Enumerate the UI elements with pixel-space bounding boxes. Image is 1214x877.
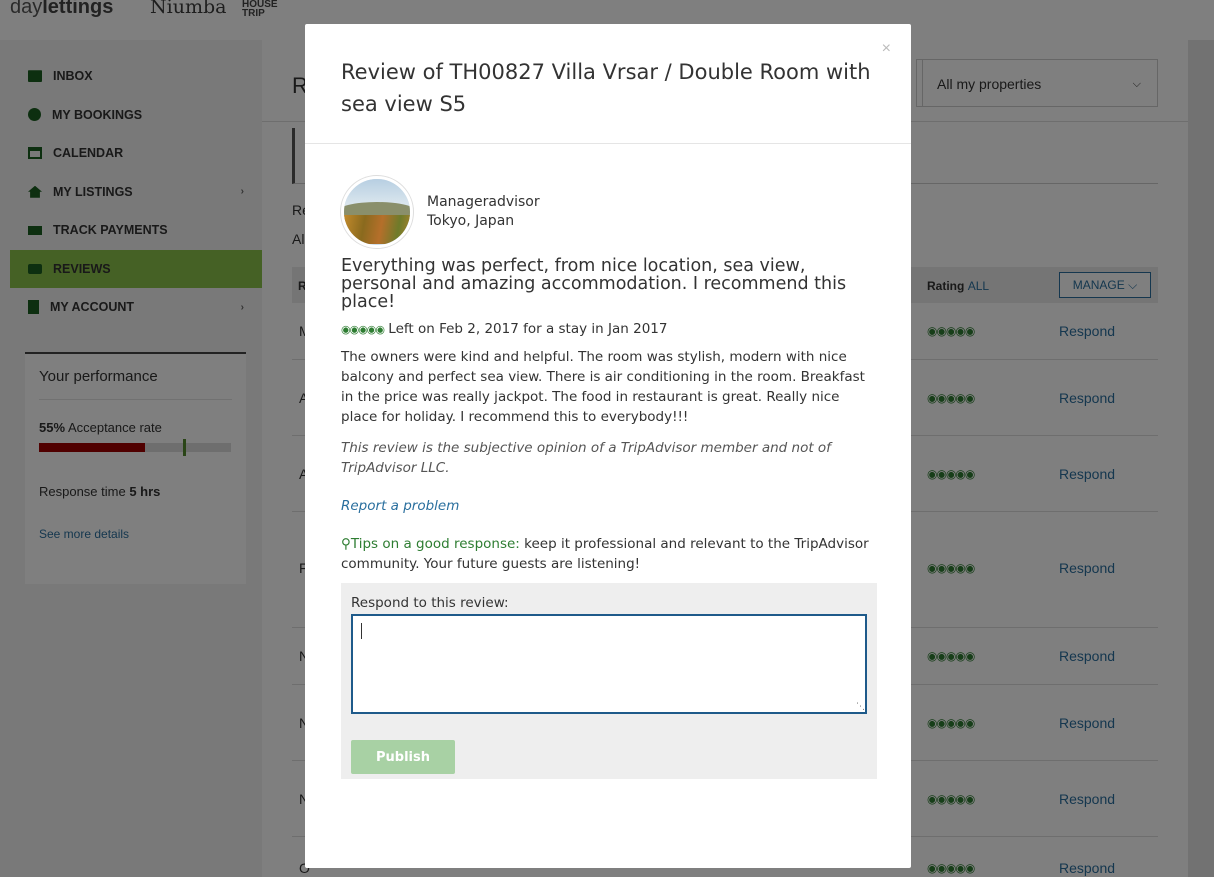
publish-button[interactable]: Publish <box>351 740 455 774</box>
review-headline: Everything was perfect, from nice locati… <box>341 256 847 312</box>
modal-header: Review of TH00827 Villa Vrsar / Double R… <box>305 24 911 144</box>
modal-body: Manageradvisor Tokyo, Japan Everything w… <box>305 144 911 779</box>
report-problem-link[interactable]: Report a problem <box>341 498 875 514</box>
respond-label: Respond to this review: <box>351 595 509 611</box>
avatar <box>341 175 413 248</box>
review-disclaimer: This review is the subjective opinion of… <box>341 440 831 476</box>
resize-grip-icon[interactable]: ⋱ <box>856 702 865 712</box>
review-meta: ◉◉◉◉◉ Left on Feb 2, 2017 for a stay in … <box>341 321 668 337</box>
rating-bubbles-icon: ◉◉◉◉◉ <box>341 323 385 336</box>
respond-form: Respond to this review: ⋱ Publish <box>341 583 877 779</box>
text-caret <box>361 623 362 639</box>
review-text: The owners were kind and helpful. The ro… <box>341 349 865 425</box>
reviewer-info: Manageradvisor Tokyo, Japan <box>341 174 875 249</box>
response-tips: ⚲Tips on a good response: keep it profes… <box>341 536 869 572</box>
review-modal: Review of TH00827 Villa Vrsar / Double R… <box>305 24 911 868</box>
modal-title: Review of TH00827 Villa Vrsar / Double R… <box>341 60 871 116</box>
reviewer-location: Tokyo, Japan <box>427 212 515 229</box>
respond-textarea[interactable] <box>351 614 867 714</box>
lightbulb-icon: ⚲ <box>341 536 351 552</box>
close-icon[interactable]: × <box>882 40 891 58</box>
reviewer-name: Manageradvisor <box>427 193 540 210</box>
